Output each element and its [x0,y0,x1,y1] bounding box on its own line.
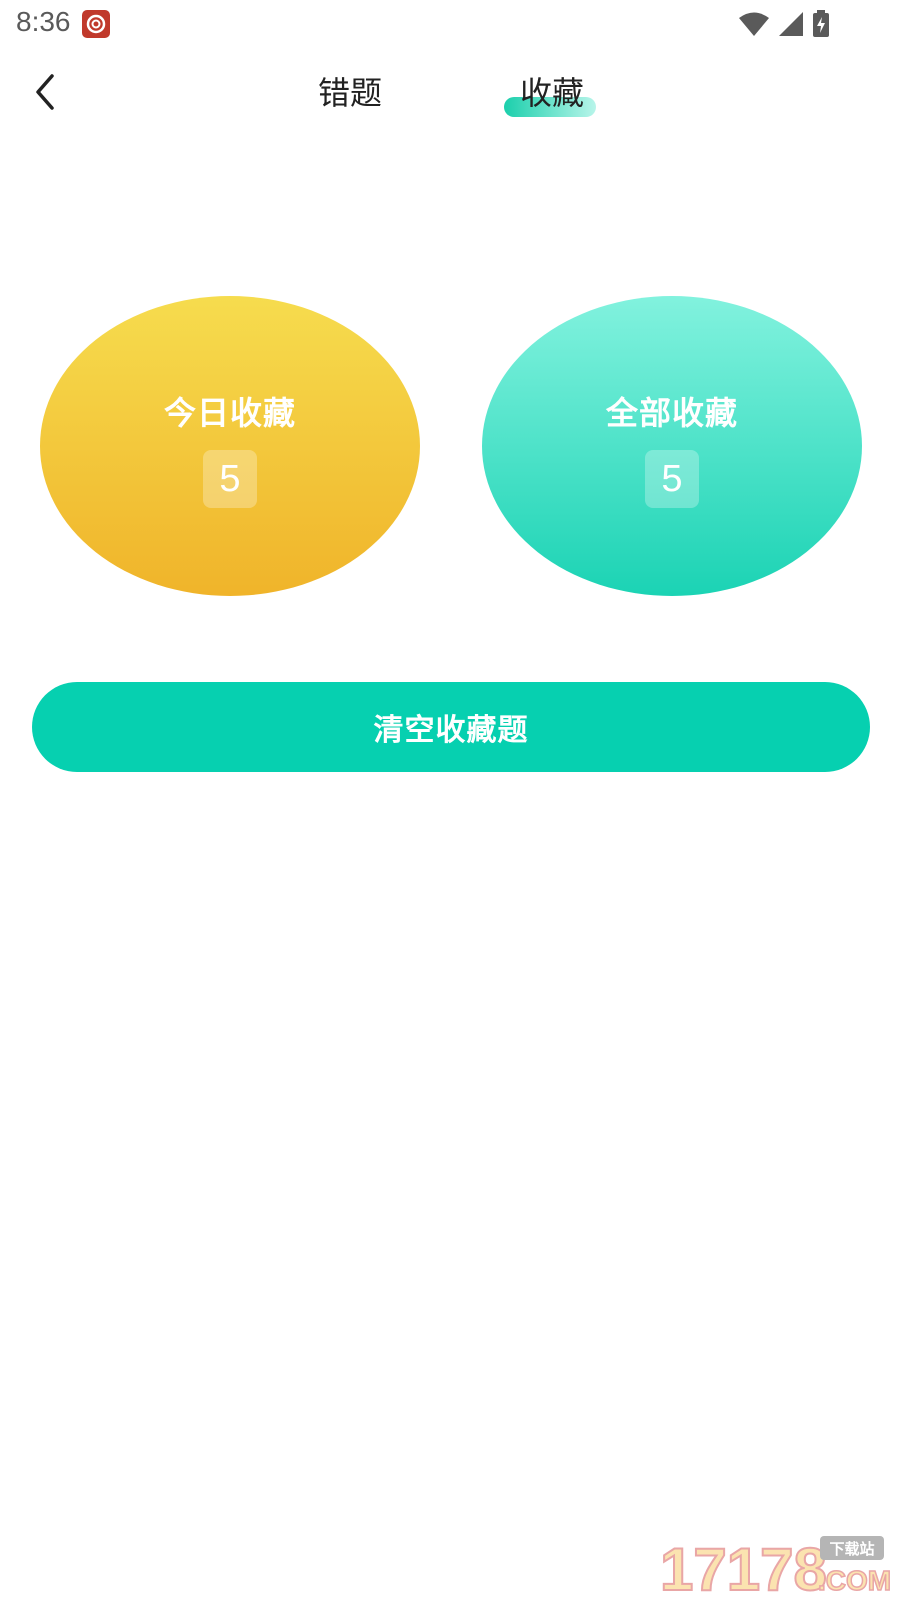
all-favorites-card[interactable]: 全部收藏 5 [482,296,862,596]
battery-charging-icon [812,10,830,42]
chevron-left-icon [36,74,54,110]
wifi-icon [738,11,770,41]
today-favorites-card[interactable]: 今日收藏 5 [40,296,420,596]
watermark-tag-text: 下载站 [829,1540,874,1558]
watermark-suffix-text: .COM [818,1565,890,1594]
watermark-number-text: 17178 [660,1536,827,1594]
today-favorites-count: 5 [203,450,257,508]
all-favorites-label: 全部收藏 [605,394,738,432]
status-time: 8:36 [16,6,71,37]
clear-favorites-button[interactable]: 清空收藏题 [32,682,870,772]
tab-label: 错题 [318,74,383,112]
tab-label: 收藏 [520,74,585,112]
watermark-logo: 17178 下载站 .COM [659,1534,892,1600]
signal-icon [778,11,804,41]
top-nav: 错题 收藏 [0,60,900,130]
tab-favorites[interactable]: 收藏 [520,68,584,114]
status-icons [738,10,830,42]
watermark-number: 17178 [659,1535,828,1600]
tab-wrong-questions[interactable]: 错题 [318,68,382,114]
back-button[interactable] [28,72,64,112]
today-favorites-label: 今日收藏 [163,394,296,432]
notification-app-icon [82,10,110,38]
all-favorites-count: 5 [645,450,699,508]
status-bar: 8:36 [0,0,900,48]
page: 8:36 错题 收藏 今日收藏 5 全部收藏 5 清空收藏题 17178 下载站… [0,0,900,1600]
